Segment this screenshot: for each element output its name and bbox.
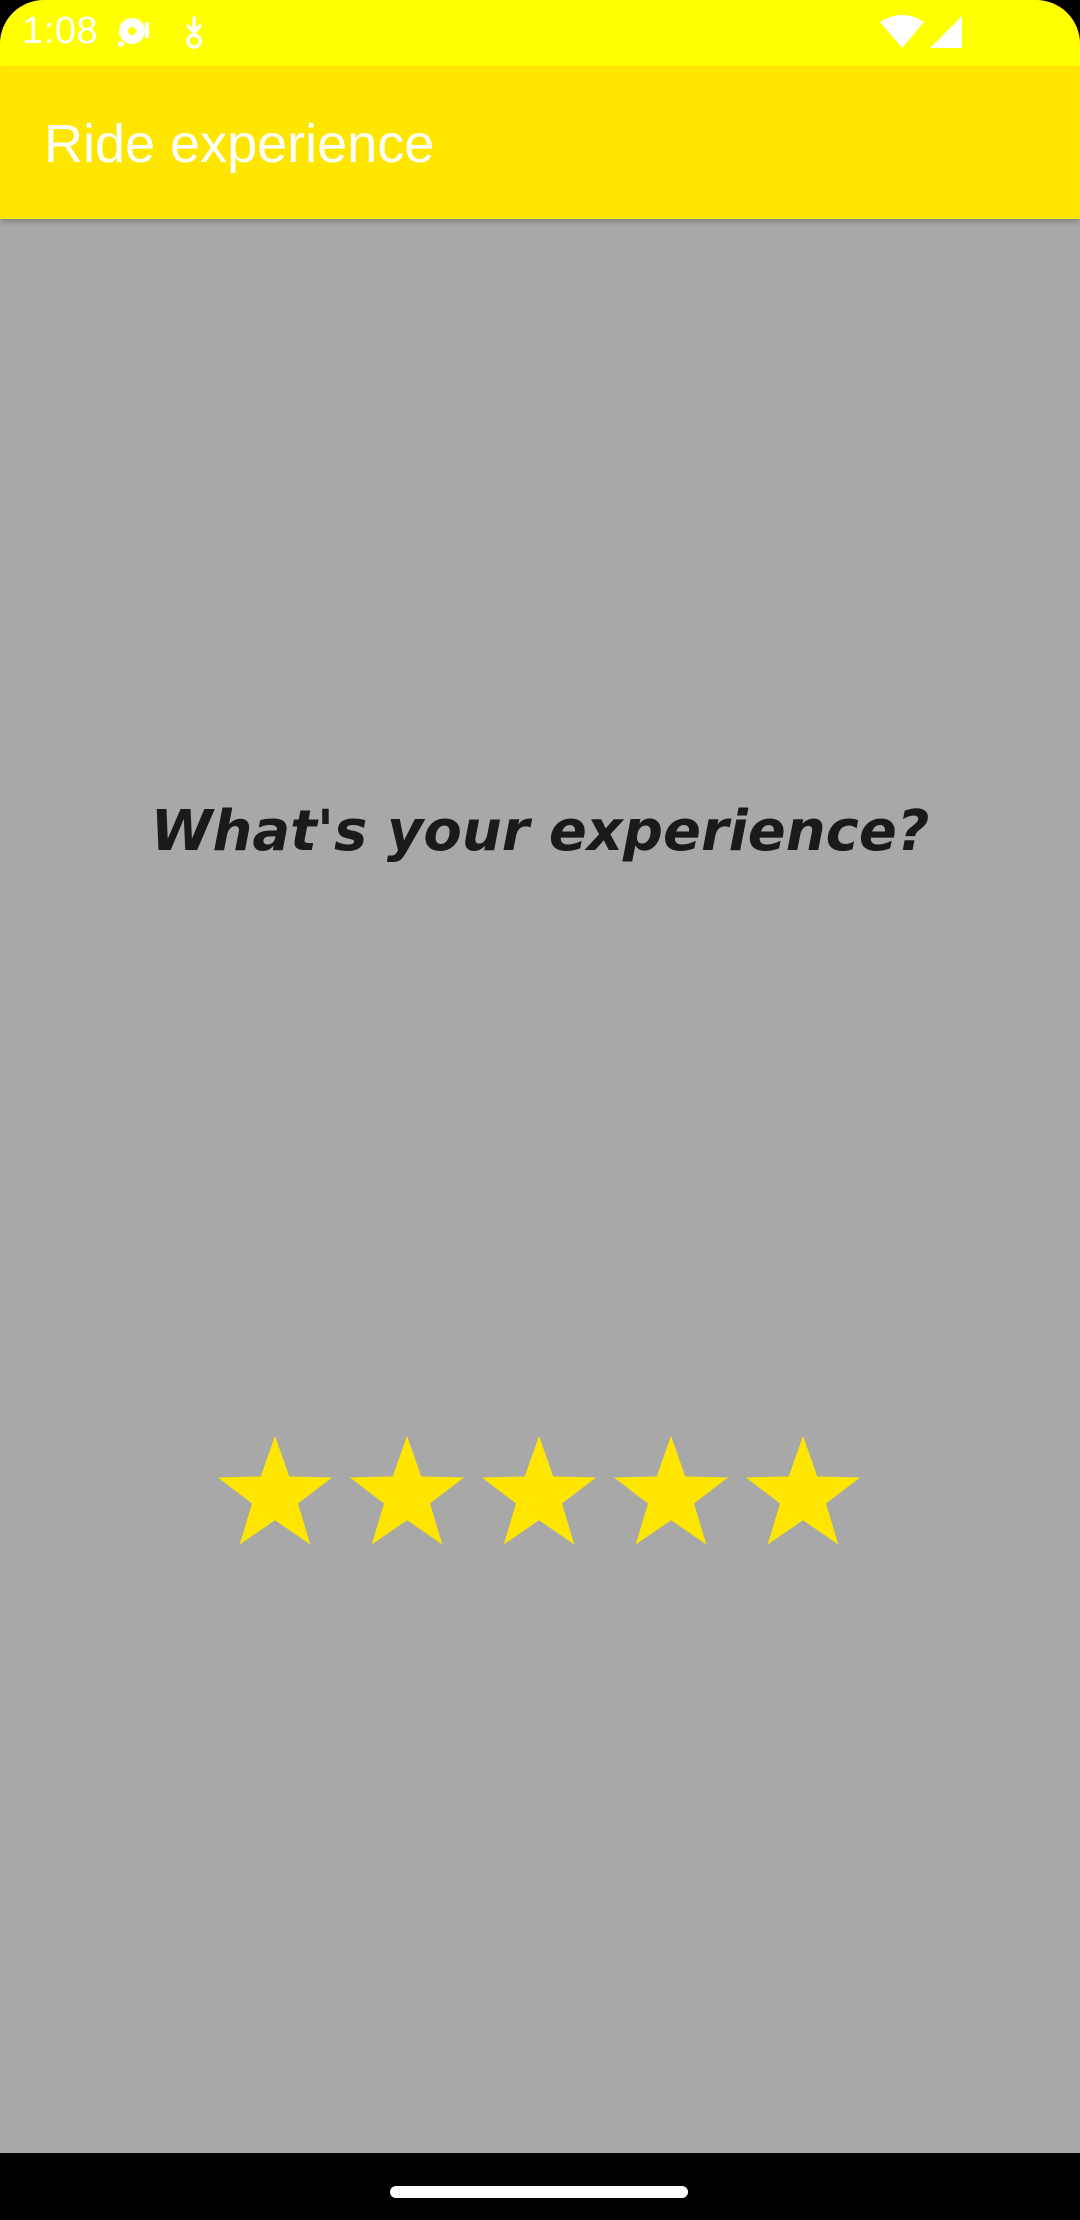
- cell-signal-icon: [926, 14, 966, 55]
- content-area: What's your experience?: [0, 219, 1080, 2153]
- home-handle[interactable]: [390, 2186, 688, 2198]
- star-4-icon[interactable]: [613, 1434, 729, 1550]
- star-rating-bar[interactable]: [217, 1434, 867, 1550]
- app-bar: Ride experience: [0, 66, 1080, 219]
- star-3-icon[interactable]: [481, 1434, 597, 1550]
- navigation-bar: [0, 2153, 1080, 2220]
- status-bar: 1:08: [0, 0, 1080, 66]
- experience-question: What's your experience?: [150, 799, 930, 864]
- star-2-icon[interactable]: [349, 1434, 465, 1550]
- app-title: Ride experience: [44, 114, 435, 174]
- wifi-icon: [878, 14, 926, 55]
- download-icon: [178, 14, 210, 55]
- star-1-icon[interactable]: [217, 1434, 333, 1550]
- star-5-icon[interactable]: [745, 1434, 861, 1550]
- media-icon: [114, 14, 154, 55]
- screen: 1:08 Ride experience What's your experie…: [0, 0, 1080, 2220]
- status-time: 1:08: [22, 10, 98, 52]
